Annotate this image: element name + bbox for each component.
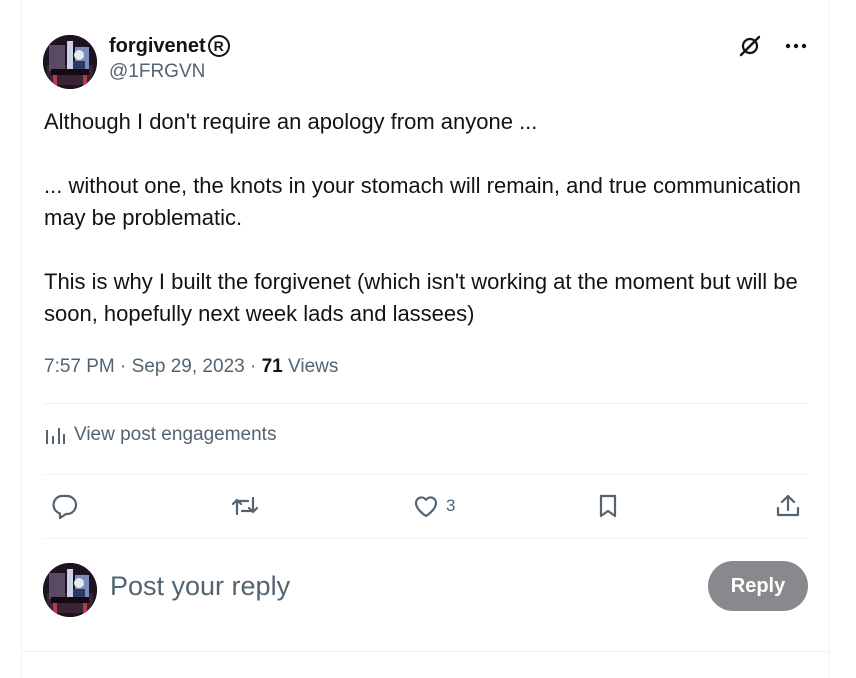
divider: [44, 474, 808, 475]
meta-separator: ·: [120, 356, 127, 377]
views-count: 71: [261, 356, 283, 377]
share-button[interactable]: [774, 486, 802, 526]
meta-separator: ·: [249, 356, 257, 377]
registered-mark-icon: R: [207, 35, 230, 57]
post-paragraph: Although I don't require an apology from…: [44, 109, 538, 134]
reply-input[interactable]: Post your reply: [110, 568, 290, 604]
share-icon: [776, 494, 800, 517]
post-paragraph: This is why I built the forgivenet (whic…: [44, 269, 804, 326]
like-count: 3: [446, 496, 456, 515]
divider: [44, 403, 808, 404]
author-display-name-text[interactable]: forgivenet: [109, 34, 206, 58]
divider: [22, 651, 830, 652]
reply-button[interactable]: [50, 486, 78, 526]
reply-icon: [52, 494, 78, 520]
author-name-block: forgivenet R @1FRGVN: [109, 34, 230, 84]
post-date[interactable]: Sep 29, 2023: [132, 356, 245, 377]
timeline-column: forgivenet R @1FRGVN Although I don't re…: [21, 0, 830, 678]
author-handle[interactable]: @1FRGVN: [109, 60, 230, 84]
post-text: Although I don't require an apology from…: [44, 106, 804, 330]
post-paragraph: ... without one, the knots in your stoma…: [44, 173, 808, 230]
repost-icon: [231, 496, 259, 516]
like-icon: [414, 496, 438, 518]
post-meta: 7:57 PM · Sep 29, 2023 · 71 Views: [44, 354, 338, 380]
author-avatar[interactable]: [43, 35, 97, 89]
view-engagements-label[interactable]: View post engagements: [74, 424, 276, 446]
view-engagements-link[interactable]: View post engagements: [44, 424, 276, 446]
grok-icon[interactable]: [736, 32, 764, 60]
repost-button[interactable]: [230, 486, 260, 526]
reply-submit-button[interactable]: Reply: [708, 561, 808, 611]
analytics-icon: [46, 428, 65, 444]
current-user-avatar[interactable]: [43, 563, 97, 617]
divider: [44, 538, 808, 539]
post-header-actions: [736, 32, 810, 60]
post-action-bar: 3: [44, 486, 808, 526]
more-icon[interactable]: [782, 32, 810, 60]
post-time[interactable]: 7:57 PM: [44, 356, 115, 377]
like-button[interactable]: 3: [412, 486, 455, 526]
bookmark-button[interactable]: [594, 486, 622, 526]
views-label: Views: [288, 356, 339, 377]
reply-composer: Post your reply Reply: [22, 546, 830, 626]
bookmark-icon: [599, 494, 617, 518]
author-display-name[interactable]: forgivenet R: [109, 34, 230, 58]
